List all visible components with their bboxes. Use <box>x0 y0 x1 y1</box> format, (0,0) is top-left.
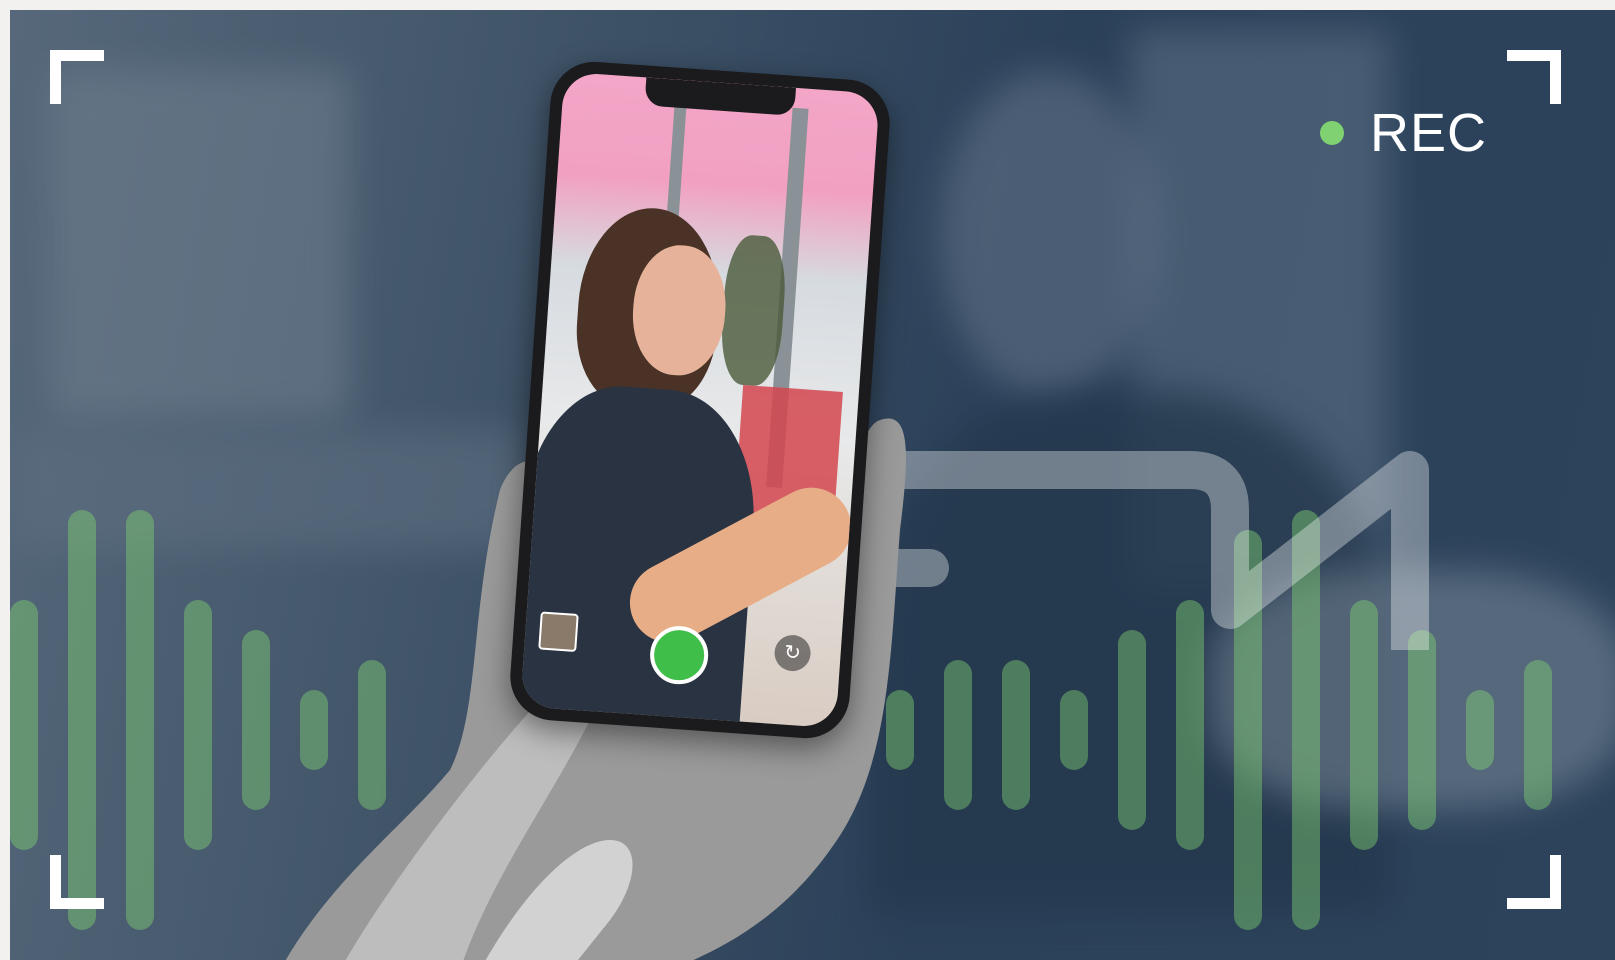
phone-notch <box>644 77 797 116</box>
wave-bar <box>1002 660 1030 810</box>
smartphone: ↻ <box>507 58 893 742</box>
wave-bar <box>10 600 38 850</box>
viewfinder-corner-icon <box>50 50 104 104</box>
rec-label: REC <box>1370 103 1488 163</box>
viewfinder-corner-icon <box>1507 50 1561 104</box>
viewfinder-corner-icon <box>1507 855 1561 909</box>
phone-camera-screen: ↻ <box>520 71 880 729</box>
wave-bar <box>1466 690 1494 770</box>
gallery-thumbnail-icon[interactable] <box>538 611 579 652</box>
background-photo: REC ↻ <box>10 10 1615 960</box>
wave-bar <box>1408 630 1436 830</box>
wave-bar <box>126 510 154 930</box>
viewfinder-corner-icon <box>50 855 104 909</box>
wave-bar <box>184 600 212 850</box>
wave-bar <box>1118 630 1146 830</box>
camera-flip-icon[interactable]: ↻ <box>773 633 812 673</box>
rec-dot-icon <box>1320 121 1344 145</box>
rec-indicator: REC <box>1320 102 1487 164</box>
wave-bar <box>1060 690 1088 770</box>
wave-bar <box>1524 660 1552 810</box>
logo-mark <box>890 451 1429 650</box>
